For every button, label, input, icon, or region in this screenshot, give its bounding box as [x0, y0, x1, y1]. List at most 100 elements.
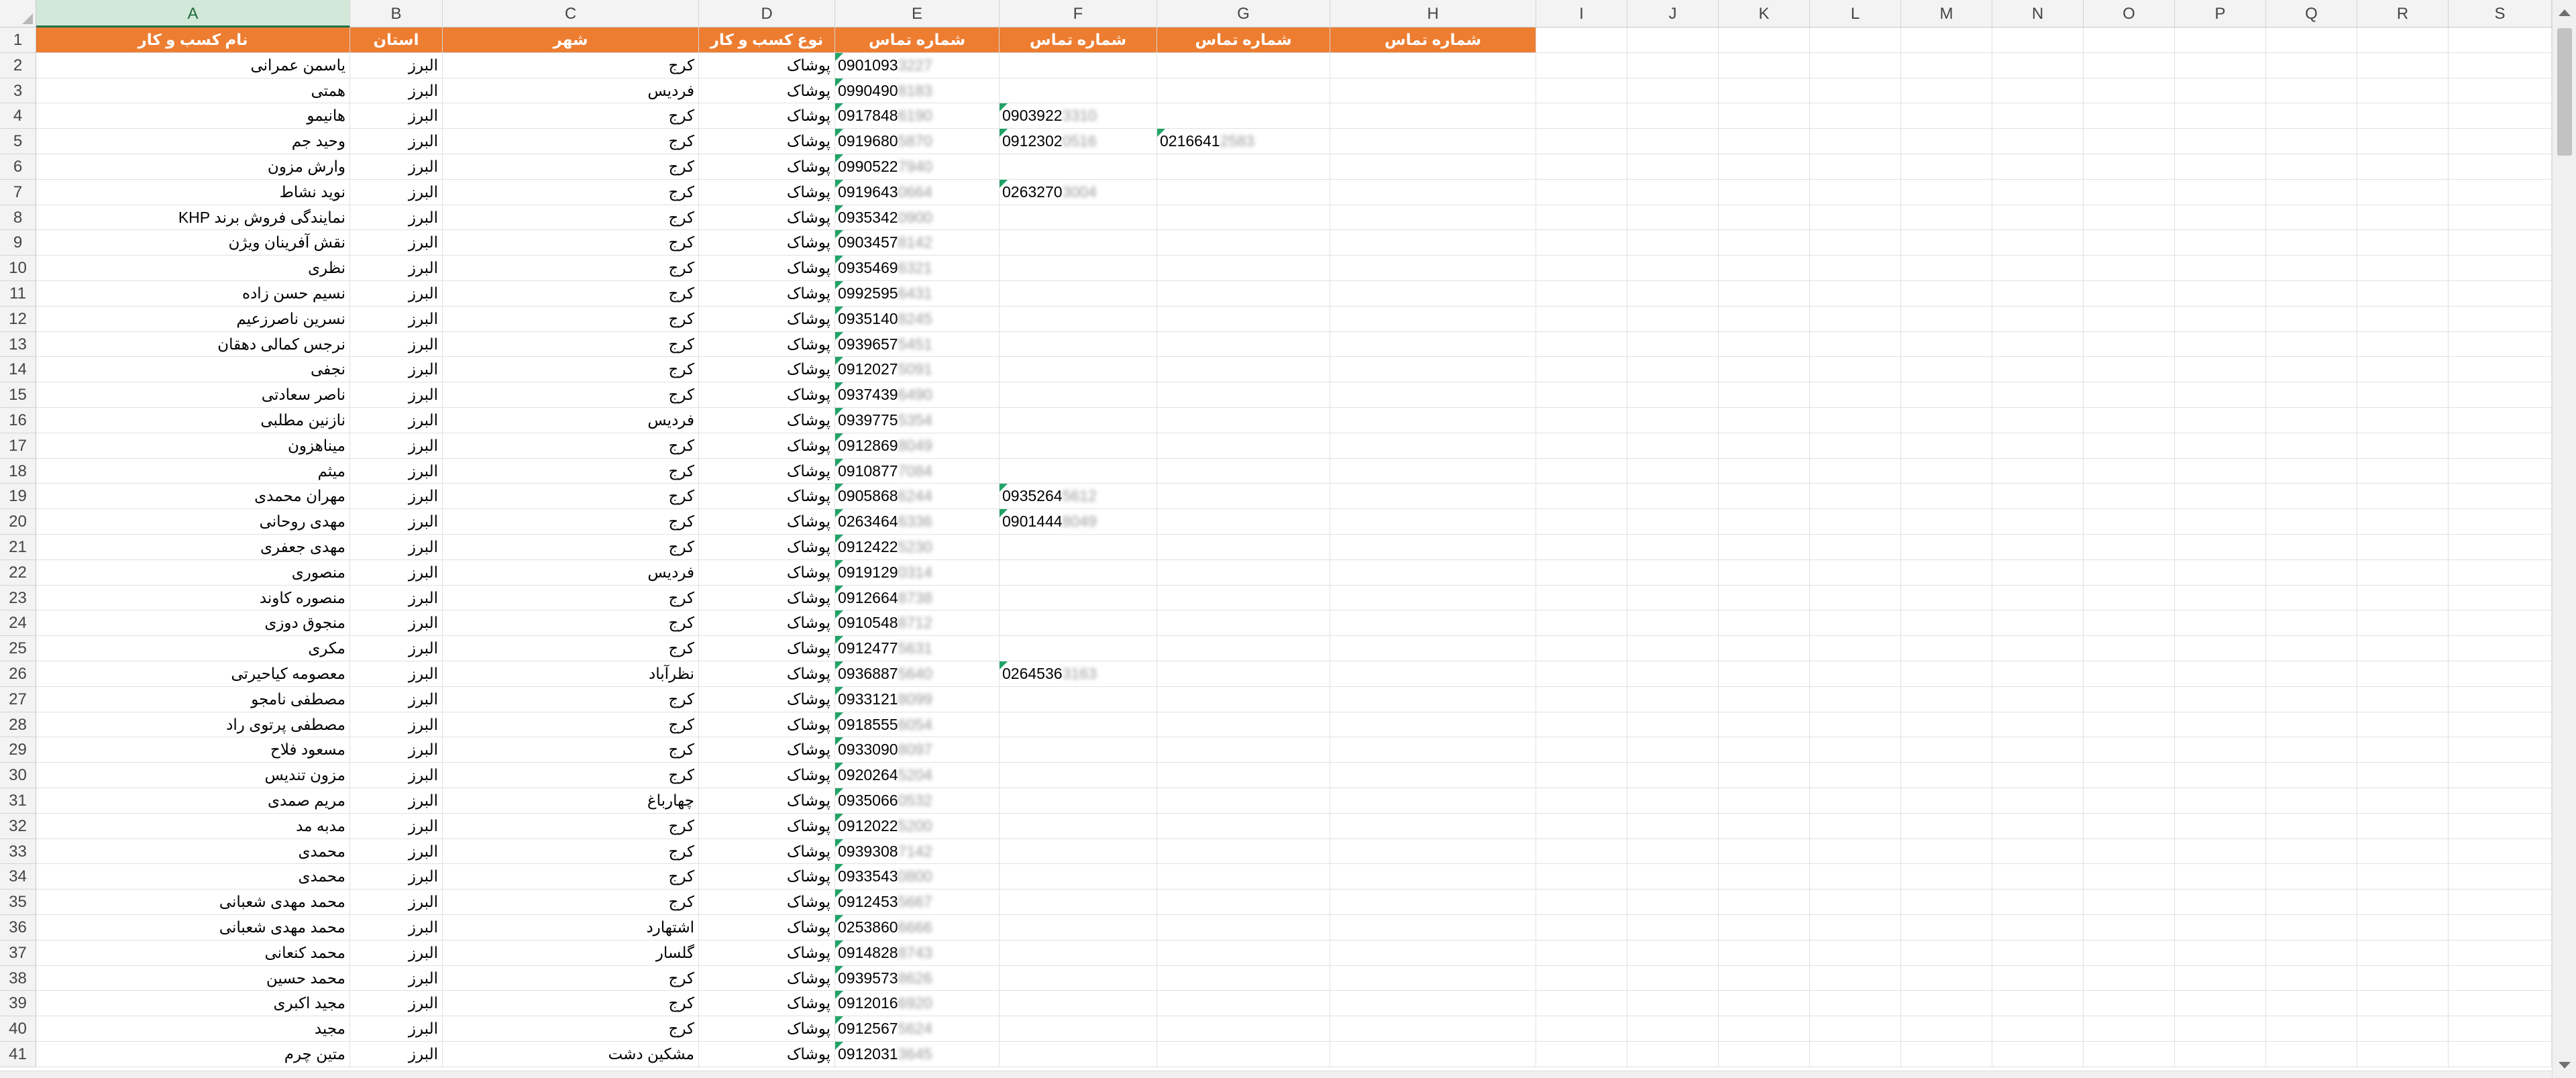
empty-cell[interactable]: [2357, 382, 2449, 408]
empty-cell[interactable]: [2266, 661, 2357, 687]
empty-cell[interactable]: [1536, 661, 1627, 687]
empty-cell[interactable]: [1719, 661, 1810, 687]
empty-cell[interactable]: [1810, 915, 1901, 940]
empty-cell[interactable]: [1810, 991, 1901, 1017]
city-cell[interactable]: کرج: [443, 890, 699, 915]
empty-cell[interactable]: [2084, 661, 2175, 687]
empty-cell[interactable]: [2175, 1016, 2266, 1042]
empty-cell[interactable]: [2357, 890, 2449, 915]
city-cell[interactable]: کرج: [443, 509, 699, 535]
business-type-cell[interactable]: پوشاک: [699, 686, 835, 712]
empty-cell[interactable]: [2357, 559, 2449, 586]
empty-cell[interactable]: [1992, 763, 2084, 788]
phone-cell[interactable]: [1330, 78, 1536, 104]
phone-cell[interactable]: [1330, 991, 1536, 1017]
business-type-cell[interactable]: پوشاک: [699, 535, 835, 560]
row-header-9[interactable]: 9: [0, 230, 36, 256]
business-type-cell[interactable]: پوشاک: [699, 458, 835, 484]
business-type-cell[interactable]: پوشاک: [699, 763, 835, 788]
empty-cell[interactable]: [1536, 408, 1627, 433]
province-cell[interactable]: البرز: [350, 408, 443, 433]
empty-cell[interactable]: [2084, 535, 2175, 560]
empty-cell[interactable]: [1992, 28, 2084, 53]
empty-cell[interactable]: [1901, 1016, 1992, 1042]
phone-cell[interactable]: [1330, 1016, 1536, 1042]
empty-cell[interactable]: [1810, 636, 1901, 661]
empty-cell[interactable]: [1810, 154, 1901, 180]
empty-cell[interactable]: [1536, 965, 1627, 991]
empty-cell[interactable]: [2266, 52, 2357, 78]
business-name-cell[interactable]: محمد کنعانی: [36, 940, 350, 966]
empty-cell[interactable]: [1810, 52, 1901, 78]
province-cell[interactable]: البرز: [350, 559, 443, 586]
empty-cell[interactable]: [1992, 1042, 2084, 1067]
empty-cell[interactable]: [1992, 788, 2084, 814]
empty-cell[interactable]: [2266, 915, 2357, 940]
empty-cell[interactable]: [1719, 1042, 1810, 1067]
column-header-c[interactable]: C: [443, 0, 699, 28]
empty-cell[interactable]: [1627, 230, 1719, 256]
phone-cell[interactable]: [1157, 864, 1330, 890]
province-cell[interactable]: البرز: [350, 915, 443, 940]
province-cell[interactable]: البرز: [350, 763, 443, 788]
empty-cell[interactable]: [1719, 915, 1810, 940]
empty-cell[interactable]: [2175, 433, 2266, 459]
empty-cell[interactable]: [1536, 915, 1627, 940]
empty-cell[interactable]: [2175, 763, 2266, 788]
empty-cell[interactable]: [2175, 535, 2266, 560]
empty-cell[interactable]: [2449, 433, 2552, 459]
phone-cell[interactable]: [1000, 281, 1157, 307]
empty-cell[interactable]: [1627, 179, 1719, 205]
empty-cell[interactable]: [2266, 154, 2357, 180]
phone-cell[interactable]: 09335430800: [835, 864, 1000, 890]
empty-cell[interactable]: [2175, 813, 2266, 839]
empty-cell[interactable]: [2084, 940, 2175, 966]
empty-cell[interactable]: [1810, 1042, 1901, 1067]
business-name-cell[interactable]: مجید اکبری: [36, 991, 350, 1017]
business-name-cell[interactable]: مجید: [36, 1016, 350, 1042]
empty-cell[interactable]: [1627, 763, 1719, 788]
province-cell[interactable]: البرز: [350, 585, 443, 611]
province-cell[interactable]: البرز: [350, 965, 443, 991]
empty-cell[interactable]: [1536, 179, 1627, 205]
empty-cell[interactable]: [2357, 52, 2449, 78]
empty-cell[interactable]: [2266, 357, 2357, 383]
empty-cell[interactable]: [1536, 28, 1627, 53]
empty-cell[interactable]: [2449, 103, 2552, 129]
empty-cell[interactable]: [1901, 154, 1992, 180]
province-cell[interactable]: البرز: [350, 1042, 443, 1067]
empty-cell[interactable]: [2357, 331, 2449, 358]
phone-cell[interactable]: 09393087142: [835, 839, 1000, 865]
empty-cell[interactable]: [2084, 458, 2175, 484]
phone-cell[interactable]: [1157, 890, 1330, 915]
empty-cell[interactable]: [1536, 256, 1627, 281]
empty-cell[interactable]: [1536, 737, 1627, 763]
empty-cell[interactable]: [1810, 813, 1901, 839]
empty-cell[interactable]: [1719, 28, 1810, 53]
phone-cell[interactable]: [1330, 306, 1536, 332]
phone-cell[interactable]: 09120275091: [835, 357, 1000, 383]
empty-cell[interactable]: [2357, 965, 2449, 991]
empty-cell[interactable]: [2357, 458, 2449, 484]
empty-cell[interactable]: [2449, 585, 2552, 611]
phone-cell[interactable]: 09123020516: [1000, 129, 1157, 154]
city-cell[interactable]: کرج: [443, 382, 699, 408]
phone-cell[interactable]: [1330, 559, 1536, 586]
empty-cell[interactable]: [1901, 103, 1992, 129]
business-name-cell[interactable]: مسعود فلاح: [36, 737, 350, 763]
empty-cell[interactable]: [1719, 509, 1810, 535]
empty-cell[interactable]: [1810, 585, 1901, 611]
phone-cell[interactable]: 09124535667: [835, 890, 1000, 915]
business-name-cell[interactable]: محمد حسین: [36, 965, 350, 991]
empty-cell[interactable]: [2449, 813, 2552, 839]
empty-cell[interactable]: [2449, 661, 2552, 687]
province-cell[interactable]: البرز: [350, 281, 443, 307]
empty-cell[interactable]: [1627, 585, 1719, 611]
empty-cell[interactable]: [2175, 331, 2266, 358]
business-name-cell[interactable]: نجفی: [36, 357, 350, 383]
phone-cell[interactable]: [1330, 331, 1536, 358]
empty-cell[interactable]: [1901, 179, 1992, 205]
empty-cell[interactable]: [1901, 129, 1992, 154]
empty-cell[interactable]: [1719, 559, 1810, 586]
province-cell[interactable]: البرز: [350, 535, 443, 560]
